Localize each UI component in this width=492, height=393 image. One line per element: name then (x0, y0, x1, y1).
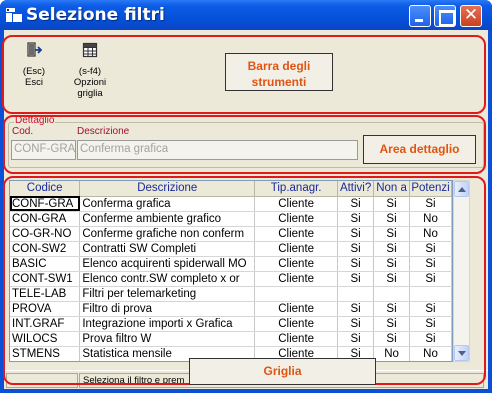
toolbar-annotation: Barra degli strumenti (225, 53, 333, 91)
window-title: Selezione filtri (26, 5, 165, 25)
detail-annotation: Area dettaglio (363, 135, 476, 164)
app-icon (6, 8, 22, 22)
title-bar[interactable]: Selezione filtri ✕ (0, 0, 492, 30)
grid-annotation: Griglia (189, 358, 376, 385)
close-icon: ✕ (463, 5, 479, 25)
maximize-button[interactable] (434, 5, 456, 27)
close-button[interactable]: ✕ (460, 5, 482, 27)
client-area: (Esc) Esci (s-f4) Opzioni griglia Dettag… (2, 30, 488, 389)
minimize-button[interactable] (409, 5, 431, 27)
application-window: Selezione filtri ✕ (Esc) Esci (s-f4) Opz (0, 0, 492, 393)
grid-annotation-box (3, 176, 486, 385)
